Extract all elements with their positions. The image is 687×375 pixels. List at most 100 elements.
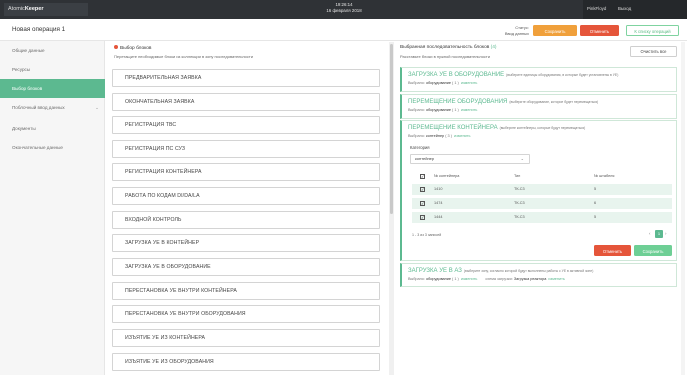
card-title: ЗАГРУЗКА УЕ В ОБОРУДОВАНИЕ (выберите един…: [408, 72, 618, 78]
select-all-checkbox[interactable]: ✓: [420, 174, 425, 179]
load-scheme-edit-link[interactable]: изменить: [548, 277, 565, 281]
block-item[interactable]: ИЗЪЯТИЕ УЕ ИЗ КОНТЕЙНЕРА: [112, 329, 380, 347]
card-hint: (выберите оборудование, которое будет пе…: [509, 100, 599, 104]
cell-type: ТК-С3: [514, 187, 525, 191]
selected-count: ( 1 ): [452, 108, 459, 112]
clock-date: 16 февраля 2018: [326, 8, 362, 13]
back-to-operations-button[interactable]: К списку операций: [626, 25, 679, 36]
save-button[interactable]: Сохранить: [533, 25, 577, 36]
column-header[interactable]: Тип: [514, 171, 520, 181]
sidebar-item-block-selection[interactable]: Выбор блоков: [0, 79, 105, 98]
blocks-panel-title: Выбор блоков: [114, 45, 151, 51]
caret-down-icon: ⌄: [520, 156, 524, 161]
block-item[interactable]: ВХОДНОЙ КОНТРОЛЬ: [112, 211, 380, 229]
sidebar: Общие данные Ресурсы Выбор блоков Поблоч…: [0, 41, 105, 375]
selected-label: Выбрано:: [408, 134, 425, 138]
card-title-text: ПЕРЕМЕЩЕНИЕ КОНТЕЙНЕРА: [408, 125, 498, 131]
cell-container-no: 1444: [434, 215, 443, 219]
column-header[interactable]: № штабеля: [594, 171, 614, 181]
sidebar-item-resources[interactable]: Ресурсы: [0, 60, 105, 79]
sidebar-item-label: Поблочный ввод данных: [12, 105, 65, 110]
card-title-text: ЗАГРУЗКА УЕ В ОБОРУДОВАНИЕ: [408, 72, 505, 78]
table-row[interactable]: ✓ 1474 ТК-С3 6: [412, 197, 672, 209]
logout-link[interactable]: Выход: [618, 6, 631, 11]
card-hint: (выберите единицы оборудования, в которы…: [506, 73, 619, 77]
card-title: ПЕРЕМЕЩЕНИЕ ОБОРУДОВАНИЯ (выберите оборуд…: [408, 99, 598, 105]
sidebar-item-documents[interactable]: Документы: [0, 119, 105, 138]
column-header[interactable]: № контейнера: [434, 171, 459, 181]
category-select[interactable]: контейнер ⌄: [410, 154, 530, 164]
app-logo[interactable]: AtomicKeeper: [4, 3, 88, 16]
selected-count: ( 3 ): [445, 134, 452, 138]
card-save-button[interactable]: Сохранить: [634, 245, 672, 256]
row-checkbox[interactable]: ✓: [420, 187, 425, 192]
user-name[interactable]: PinkFloyd: [587, 6, 606, 11]
block-item[interactable]: РЕГИСТРАЦИЯ ТВС: [112, 116, 380, 134]
block-item[interactable]: РЕГИСТРАЦИЯ КОНТЕЙНЕРА: [112, 163, 380, 181]
edit-link[interactable]: изменить: [461, 277, 478, 281]
required-dot-icon: [114, 45, 118, 49]
block-item[interactable]: ПРЕДВАРИТЕЛЬНАЯ ЗАЯВКА: [112, 69, 380, 87]
row-checkbox[interactable]: ✓: [420, 215, 425, 220]
pager-page-1[interactable]: 1: [655, 230, 663, 238]
sequence-panel-title-text: Выбранная последовательность блоков: [400, 45, 490, 50]
block-item[interactable]: ПЕРЕСТАНОВКА УЕ ВНУТРИ ОБОРУДОВАНИЯ: [112, 305, 380, 323]
card-title-text: ПЕРЕМЕЩЕНИЕ ОБОРУДОВАНИЯ: [408, 99, 508, 105]
pager-next-icon[interactable]: ›: [665, 231, 667, 236]
sequence-card[interactable]: ЗАГРУЗКА УЕ В АЗ (выберите зону, согласно…: [400, 263, 677, 287]
block-item[interactable]: РАБОТА ПО КОДАМ DI/DA/LA: [112, 187, 380, 205]
cancel-button[interactable]: Отменить: [580, 25, 619, 36]
row-checkbox[interactable]: ✓: [420, 201, 425, 206]
pager-prev-icon[interactable]: ‹: [649, 231, 651, 236]
table-row[interactable]: ✓ 1444 ТК-С3 5: [412, 211, 672, 223]
selected-count: ( 1 ): [452, 81, 459, 85]
block-item[interactable]: ОКОНЧАТЕЛЬНАЯ ЗАЯВКА: [112, 93, 380, 111]
blocks-scrollbar[interactable]: [389, 42, 394, 375]
table-header: ✓ № контейнера Тип № штабеля: [412, 171, 672, 181]
sidebar-item-label: Окончательные данные: [12, 145, 63, 150]
edit-link[interactable]: изменить: [461, 81, 478, 85]
sequence-card[interactable]: ЗАГРУЗКА УЕ В ОБОРУДОВАНИЕ (выберите един…: [400, 67, 677, 92]
selected-label: Выбрано:: [408, 277, 425, 281]
block-item[interactable]: РЕГИСТРАЦИЯ ПС СУЗ: [112, 140, 380, 158]
sequence-card[interactable]: ПЕРЕМЕЩЕНИЕ ОБОРУДОВАНИЯ (выберите оборуд…: [400, 94, 677, 119]
card-hint: (выберите контейнеры, которые будут пере…: [499, 126, 586, 130]
load-scheme-label: схема загрузки:: [485, 277, 513, 281]
block-item[interactable]: ЗАГРУЗКА УЕ В ОБОРУДОВАНИЕ: [112, 258, 380, 276]
selected-label: Выбрано:: [408, 81, 425, 85]
edit-link[interactable]: изменить: [461, 108, 478, 112]
card-selection: Выбрано: контейнер ( 3 ) изменить: [408, 134, 471, 138]
chevron-down-icon: ⌄: [95, 105, 99, 110]
card-selection: Выбрано: оборудование ( 1 ) изменить схема…: [408, 277, 565, 281]
card-cancel-button[interactable]: Отменить: [594, 245, 631, 256]
card-title: ПЕРЕМЕЩЕНИЕ КОНТЕЙНЕРА (выберите контейне…: [408, 125, 585, 131]
sidebar-item-label: Выбор блоков: [12, 86, 43, 91]
load-scheme-value: Загрузка реактора: [513, 277, 547, 281]
sidebar-item-label: Ресурсы: [12, 67, 31, 72]
operation-title: Новая операция 1: [12, 26, 66, 33]
selected-count: ( 1 ): [452, 277, 459, 281]
scrollbar-thumb[interactable]: [390, 44, 393, 214]
sidebar-item-final-data[interactable]: Окончательные данные: [0, 138, 105, 157]
cell-stack-no: 5: [594, 187, 597, 191]
logo-prefix: Atomic: [8, 6, 25, 12]
clear-all-button[interactable]: Очистить все: [630, 46, 677, 57]
category-value: контейнер: [415, 156, 435, 161]
block-item[interactable]: ИЗЪЯТИЕ УЕ ИЗ ОБОРУДОВАНИЯ: [112, 353, 380, 371]
sequence-panel-subtitle: Расставьте блоки в нужной последовательн…: [400, 54, 490, 59]
card-selection: Выбрано: оборудование ( 1 ) изменить: [408, 108, 477, 112]
sidebar-item-general[interactable]: Общие данные: [0, 41, 105, 60]
selected-value: контейнер: [426, 134, 445, 138]
block-item[interactable]: ПЕРЕСТАНОВКА УЕ ВНУТРИ КОНТЕЙНЕРА: [112, 282, 380, 300]
sequence-scrollbar[interactable]: [681, 42, 685, 375]
block-item[interactable]: ЗАГРУЗКА УЕ В КОНТЕЙНЕР: [112, 234, 380, 252]
cell-type: ТК-С3: [514, 215, 525, 219]
logo-suffix: Keeper: [24, 6, 44, 12]
blocks-panel-subtitle: Перетащите необходимые блоки из коллекци…: [114, 54, 253, 59]
category-label: Категория: [410, 145, 430, 150]
edit-link[interactable]: изменить: [454, 134, 471, 138]
selected-value: оборудование: [426, 108, 451, 112]
sidebar-item-block-data-entry[interactable]: Поблочный ввод данных ⌄: [0, 98, 105, 117]
table-row[interactable]: ✓ 1410 ТК-С3 5: [412, 183, 672, 195]
selected-value: оборудование: [426, 81, 451, 85]
